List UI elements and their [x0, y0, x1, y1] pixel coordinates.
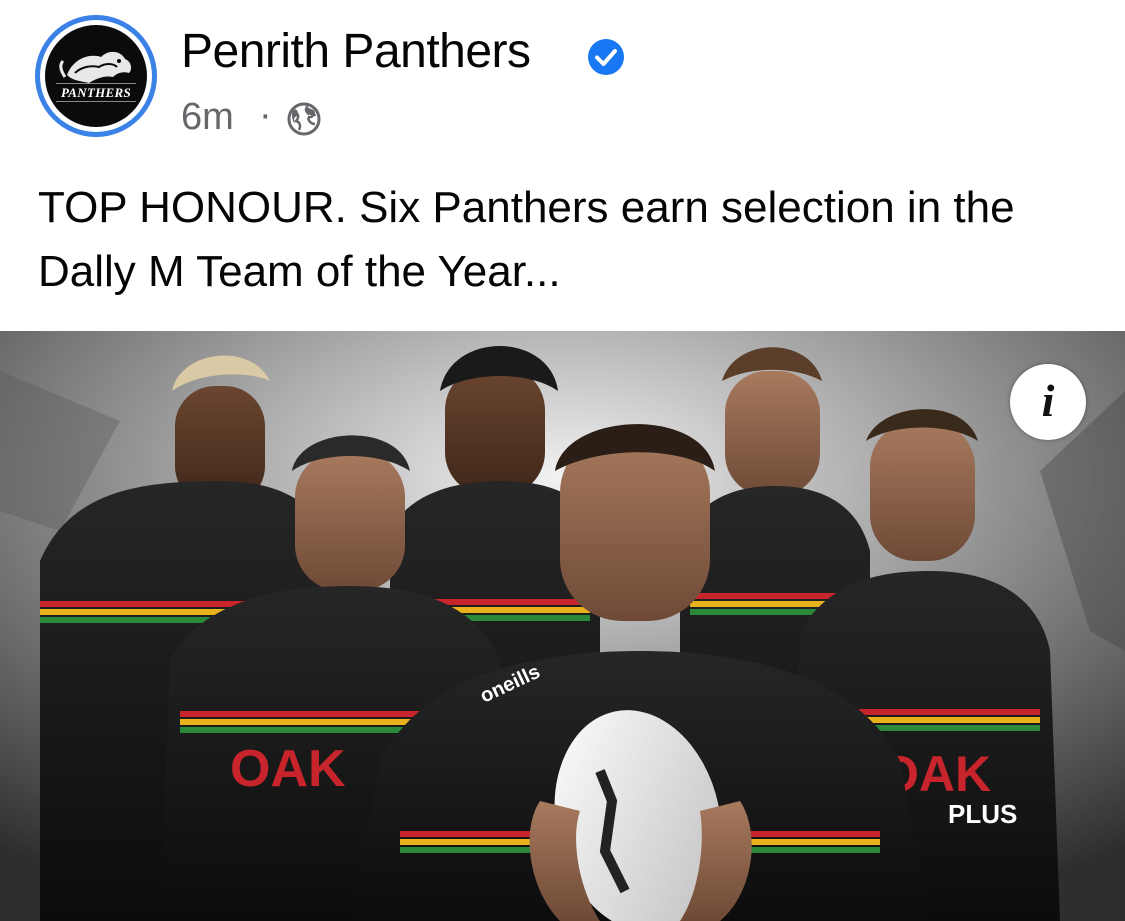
post-photo[interactable]: OAK OAK PLUS oneills i [0, 331, 1125, 921]
panther-icon [59, 51, 132, 83]
page-name[interactable]: Penrith Panthers [181, 24, 531, 79]
jersey-sponsor-sub: PLUS [948, 799, 1017, 829]
avatar-wordmark: PANTHERS [45, 83, 147, 102]
verified-badge-icon [588, 39, 624, 75]
media-info-button[interactable]: i [1010, 364, 1086, 440]
meta-separator: · [259, 94, 272, 136]
post-timestamp[interactable]: 6m [181, 96, 234, 139]
avatar-border: PANTHERS [40, 20, 152, 132]
jersey-logo-2: OAK [230, 740, 346, 798]
panthers-logo: PANTHERS [45, 25, 147, 127]
page-avatar[interactable]: PANTHERS [35, 15, 157, 137]
team-photo-illustration: OAK OAK PLUS oneills [0, 331, 1125, 921]
globe-icon[interactable] [285, 100, 323, 138]
post-header: PANTHERS Penrith Panthers 6m · [0, 0, 1125, 160]
post-message: TOP HONOUR. Six Panthers earn selection … [38, 183, 1015, 296]
info-icon: i [1041, 375, 1055, 426]
